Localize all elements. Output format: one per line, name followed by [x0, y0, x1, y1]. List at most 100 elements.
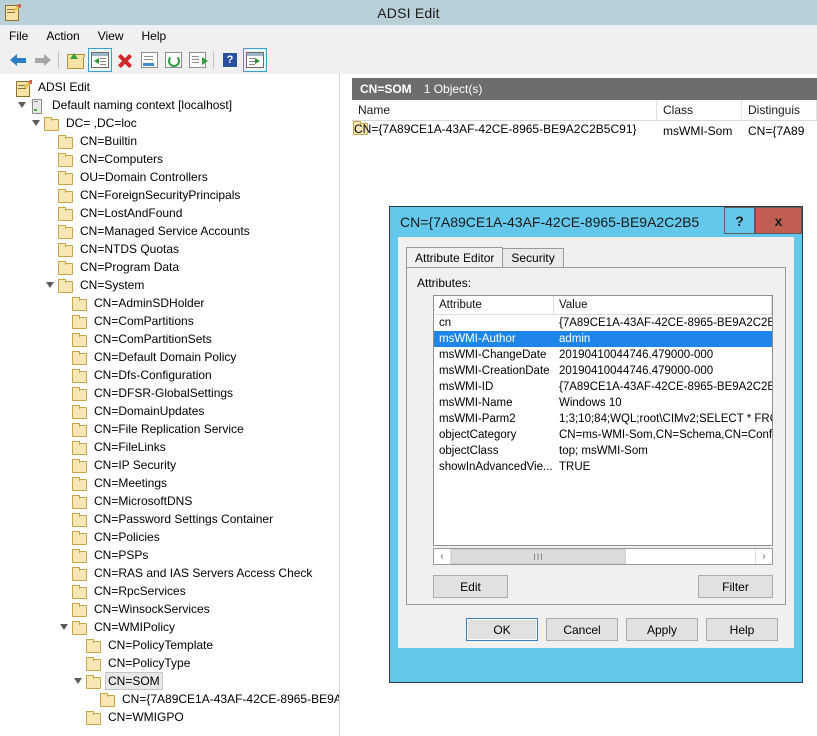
cancel-button[interactable]: Cancel	[546, 618, 618, 641]
tree-node[interactable]: CN=ComPartitions	[1, 312, 339, 330]
tree-node[interactable]: CN=MicrosoftDNS	[1, 492, 339, 510]
tree-node[interactable]: CN=WinsockServices	[1, 600, 339, 618]
attributes-grid-row[interactable]: cn {7A89CE1A-43AF-42CE-8965-BE9A2C2B5C91}	[434, 315, 772, 331]
forward-button[interactable]	[31, 49, 53, 71]
attributes-column-header[interactable]: Attribute	[434, 296, 554, 314]
edit-button[interactable]: Edit	[433, 575, 508, 598]
menu-view[interactable]: View	[89, 27, 133, 45]
tree-node[interactable]: CN=RpcServices	[1, 582, 339, 600]
back-button[interactable]	[7, 49, 29, 71]
menu-help[interactable]: Help	[133, 27, 176, 45]
result-column-header[interactable]: Distinguis	[742, 100, 817, 120]
tree-node[interactable]: ADSI Edit	[1, 78, 339, 97]
result-list-rows[interactable]: CN={7A89CE1A-43AF-42CE-8965-BE9A2C2B5C91…	[352, 121, 817, 141]
tree-node[interactable]: CN=File Replication Service	[1, 420, 339, 438]
tree-node[interactable]: Default naming context [localhost]	[1, 96, 339, 114]
tree-node[interactable]: OU=Domain Controllers	[1, 168, 339, 186]
tree-expander[interactable]	[43, 276, 57, 294]
scroll-left-button[interactable]: ‹	[434, 549, 451, 564]
attributes-grid-row[interactable]: showInAdvancedVie... TRUE	[434, 459, 772, 475]
attributes-grid-row[interactable]: msWMI-Name Windows 10	[434, 395, 772, 411]
dialog-help-button[interactable]: ?	[724, 207, 755, 234]
show-hide-action-pane-button[interactable]	[243, 48, 267, 72]
tree-node[interactable]: CN=WMIGPO	[1, 708, 339, 726]
scroll-thumb[interactable]: III	[451, 549, 626, 564]
tree-expander[interactable]	[71, 672, 85, 690]
tree-expander	[57, 402, 71, 420]
result-column-header[interactable]: Class	[657, 100, 742, 120]
ok-button[interactable]: OK	[466, 618, 538, 641]
menu-file[interactable]: File	[0, 27, 37, 45]
attributes-grid-row[interactable]: objectClass top; msWMI-Som	[434, 443, 772, 459]
scroll-track[interactable]: III	[451, 549, 755, 564]
up-one-level-button[interactable]	[64, 49, 86, 71]
tree-node[interactable]: CN=ForeignSecurityPrincipals	[1, 186, 339, 204]
tree-node[interactable]: CN=PolicyTemplate	[1, 636, 339, 654]
tree-node[interactable]: CN=AdminSDHolder	[1, 294, 339, 312]
tree-node[interactable]: CN=DFSR-GlobalSettings	[1, 384, 339, 402]
scroll-right-button[interactable]: ›	[755, 549, 772, 564]
tree-node[interactable]: CN=DomainUpdates	[1, 402, 339, 420]
folder-icon	[85, 656, 101, 671]
tree-node[interactable]: CN=Managed Service Accounts	[1, 222, 339, 240]
tree-node[interactable]: CN=Password Settings Container	[1, 510, 339, 528]
tree-node[interactable]: DC= ,DC=loc	[1, 114, 339, 132]
toolbar: ?	[0, 46, 817, 75]
result-list-column-headers[interactable]: Name Class Distinguis	[352, 100, 817, 121]
tab-attribute-editor[interactable]: Attribute Editor	[406, 247, 504, 268]
tree-node[interactable]: CN=Builtin	[1, 132, 339, 150]
tree-node[interactable]: CN=IP Security	[1, 456, 339, 474]
delete-button[interactable]	[114, 49, 136, 71]
export-list-button[interactable]	[186, 49, 208, 71]
attributes-grid-row[interactable]: msWMI-ID {7A89CE1A-43AF-42CE-8965-BE9A2C2…	[434, 379, 772, 395]
tree-expander[interactable]	[15, 96, 29, 114]
folder-icon	[71, 332, 87, 347]
attributes-grid[interactable]: Attribute Value cn {7A89CE1A-43AF-42CE-896…	[433, 295, 773, 546]
tree-node[interactable]: CN=Policies	[1, 528, 339, 546]
tree-node[interactable]: CN=PSPs	[1, 546, 339, 564]
properties-button[interactable]	[138, 49, 160, 71]
attributes-grid-row[interactable]: msWMI-Parm2 1;3;10;84;WQL;root\CIMv2;SELE…	[434, 411, 772, 427]
tree-node[interactable]: CN=LostAndFound	[1, 204, 339, 222]
tree-node[interactable]: CN=PolicyType	[1, 654, 339, 672]
tree-node[interactable]: CN=Program Data	[1, 258, 339, 276]
tree-node[interactable]: CN=Default Domain Policy	[1, 348, 339, 366]
result-list-row[interactable]: CN={7A89CE1A-43AF-42CE-8965-BE9A2C2B5C91…	[352, 121, 817, 141]
apply-button[interactable]: Apply	[626, 618, 698, 641]
tree-node[interactable]: CN=Computers	[1, 150, 339, 168]
pane-splitter[interactable]	[340, 74, 351, 736]
tree-node[interactable]: CN=RAS and IAS Servers Access Check	[1, 564, 339, 582]
attributes-grid-row[interactable]: msWMI-Author admin	[434, 331, 772, 347]
tree-node[interactable]: CN=Meetings	[1, 474, 339, 492]
dialog-close-button[interactable]: x	[755, 207, 802, 234]
tree-node[interactable]: CN=FileLinks	[1, 438, 339, 456]
attributes-column-header[interactable]: Value	[554, 296, 772, 314]
attributes-grid-header[interactable]: Attribute Value	[434, 296, 772, 315]
tree-expander[interactable]	[29, 114, 43, 132]
tree-view[interactable]: ADSI Edit Default naming context [localho…	[1, 74, 339, 726]
tree-node[interactable]: CN=WMIPolicy	[1, 618, 339, 636]
tree-expander[interactable]	[57, 618, 71, 636]
folder-icon	[71, 494, 87, 509]
attributes-grid-row[interactable]: msWMI-CreationDate 20190410044746.479000-…	[434, 363, 772, 379]
dialog-help-footer-button[interactable]: Help	[706, 618, 778, 641]
refresh-button[interactable]	[162, 49, 184, 71]
attributes-grid-row[interactable]: msWMI-ChangeDate 20190410044746.479000-00…	[434, 347, 772, 363]
help-button[interactable]: ?	[219, 49, 241, 71]
tree-node[interactable]: CN={7A89CE1A-43AF-42CE-8965-BE9A	[1, 690, 339, 708]
tree-node[interactable]: CN=NTDS Quotas	[1, 240, 339, 258]
filter-button[interactable]: Filter	[698, 575, 773, 598]
show-hide-console-tree-button[interactable]	[88, 48, 112, 72]
tree-expander	[43, 222, 57, 240]
result-column-header[interactable]: Name	[352, 100, 657, 120]
tab-security[interactable]: Security	[502, 248, 564, 268]
tree-node-label: CN=Builtin	[80, 134, 138, 148]
menu-action[interactable]: Action	[37, 27, 88, 45]
attributes-grid-rows[interactable]: cn {7A89CE1A-43AF-42CE-8965-BE9A2C2B5C91}…	[434, 315, 772, 475]
tree-node[interactable]: CN=Dfs-Configuration	[1, 366, 339, 384]
tree-node[interactable]: CN=SOM	[1, 672, 339, 690]
tree-node[interactable]: CN=ComPartitionSets	[1, 330, 339, 348]
tree-node[interactable]: CN=System	[1, 276, 339, 294]
attributes-horizontal-scrollbar[interactable]: ‹ III ›	[433, 548, 773, 565]
attributes-grid-row[interactable]: objectCategory CN=ms-WMI-Som,CN=Schema,CN…	[434, 427, 772, 443]
